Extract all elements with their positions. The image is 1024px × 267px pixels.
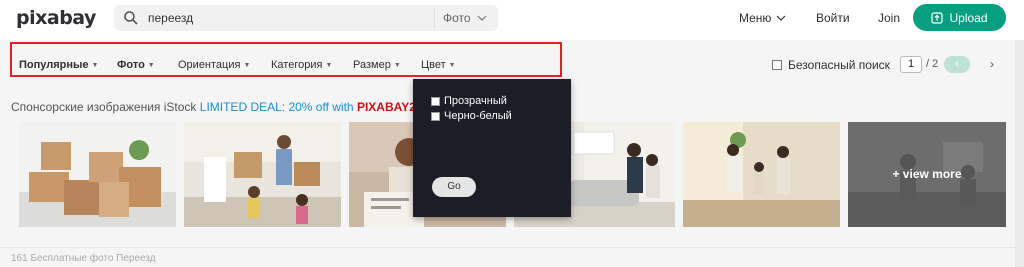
option-black-white[interactable]: Черно-белый (431, 110, 512, 122)
option-black-white-label: Черно-белый (444, 110, 512, 122)
go-button[interactable]: Go (432, 177, 476, 197)
next-page-button[interactable]: › (983, 56, 1001, 73)
safe-search-checkbox[interactable] (772, 60, 782, 70)
chevron-left-icon: ‹ (955, 58, 959, 70)
filter-color-label: Цвет (421, 59, 446, 71)
pixabay-logo[interactable]: pixabay (16, 7, 96, 29)
page-number-input[interactable]: 1 (900, 56, 922, 73)
option-transparent-label: Прозрачный (444, 95, 507, 107)
deal-text[interactable]: LIMITED DEAL: 20% off with (200, 100, 354, 114)
view-more-label: + view more (892, 167, 962, 181)
view-more-tile[interactable]: + view more (848, 122, 1006, 227)
sponsored-line: Спонсорские изображения iStock LIMITED D… (11, 100, 452, 114)
filter-popular[interactable]: Популярные ▼ (19, 59, 98, 71)
search-type-label: Фото (443, 11, 471, 25)
search-bar[interactable]: Фото (114, 5, 498, 31)
upload-icon (931, 11, 944, 24)
caret-down-icon: ▼ (91, 61, 99, 69)
filter-size-label: Размер (353, 59, 391, 71)
top-header: pixabay Фото Меню Войти Join Upload (0, 0, 1024, 40)
upload-label: Upload (949, 10, 988, 25)
filter-category[interactable]: Категория ▼ (271, 59, 332, 71)
transparent-checkbox[interactable] (431, 96, 440, 106)
results-count: 161 Бесплатные фото Переезд (11, 253, 156, 264)
chevron-down-icon (777, 15, 786, 21)
filter-orientation[interactable]: Ориентация ▼ (178, 59, 250, 71)
filter-category-label: Категория (271, 59, 323, 71)
sponsored-text: Спонсорские изображения iStock (11, 100, 197, 114)
filter-color[interactable]: Цвет ▼ (421, 59, 456, 71)
menu-button[interactable]: Меню (739, 11, 786, 25)
caret-down-icon: ▼ (393, 61, 401, 69)
page-total: / 2 (926, 58, 939, 70)
chevron-right-icon: › (990, 57, 994, 71)
color-filter-dropdown: Прозрачный Черно-белый Go (413, 79, 571, 217)
filter-size[interactable]: Размер ▼ (353, 59, 401, 71)
login-link[interactable]: Войти (816, 11, 850, 25)
filter-photo[interactable]: Фото ▼ (117, 59, 155, 71)
safe-search-label: Безопасный поиск (788, 58, 890, 72)
prev-page-button[interactable]: ‹ (944, 56, 970, 73)
search-type-select[interactable]: Фото (434, 8, 495, 28)
search-input[interactable] (148, 8, 428, 28)
scrollbar[interactable] (1015, 40, 1024, 267)
caret-down-icon: ▼ (147, 61, 155, 69)
safe-search-toggle[interactable]: Безопасный поиск (772, 58, 890, 72)
caret-down-icon: ▼ (243, 61, 251, 69)
upload-button[interactable]: Upload (913, 4, 1006, 31)
stock-image-family-room[interactable] (683, 122, 840, 227)
stock-image-boxes[interactable] (19, 122, 176, 227)
join-link[interactable]: Join (878, 11, 900, 25)
page: pixabay Фото Меню Войти Join Upload (0, 0, 1024, 267)
chevron-down-icon (477, 15, 487, 21)
stock-image-family-moving[interactable] (184, 122, 341, 227)
filter-orientation-label: Ориентация (178, 59, 241, 71)
divider (0, 247, 1015, 248)
menu-label: Меню (739, 11, 772, 25)
caret-down-icon: ▼ (448, 61, 456, 69)
black-white-checkbox[interactable] (431, 111, 440, 121)
option-transparent[interactable]: Прозрачный (431, 95, 507, 107)
caret-down-icon: ▼ (325, 61, 333, 69)
filter-popular-label: Популярные (19, 59, 89, 71)
filter-photo-label: Фото (117, 59, 145, 71)
search-icon[interactable] (123, 10, 139, 26)
